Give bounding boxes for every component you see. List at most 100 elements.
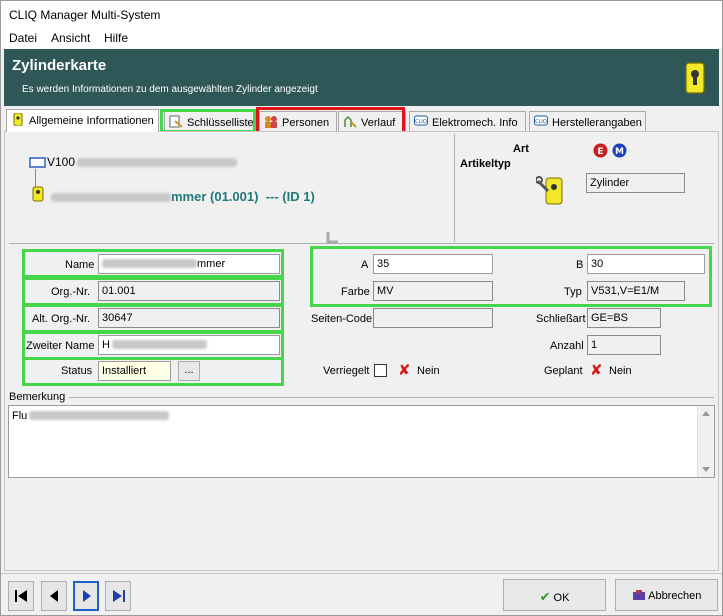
divider: [69, 397, 714, 398]
scroll-up-icon[interactable]: [702, 411, 710, 416]
tree-line: [35, 169, 36, 187]
bemerkung-label: Bemerkung: [9, 391, 66, 403]
grip-icon: [326, 232, 338, 244]
anzahl-field[interactable]: 1: [587, 335, 661, 355]
no-x-icon: ✘: [590, 362, 603, 379]
farbe-label: Farbe: [341, 286, 370, 298]
divider: [1, 573, 722, 574]
seiten-code-label: Seiten-Code: [311, 313, 373, 325]
tab-allgemeine-informationen[interactable]: Allgemeine Informationen: [6, 109, 159, 132]
verriegelt-value: Nein: [417, 365, 440, 377]
artikeltyp-field: Zylinder: [586, 173, 685, 193]
title-bar: CLIQ Manager Multi-System: [1, 1, 722, 29]
previous-record-button[interactable]: [41, 581, 67, 611]
divider: [9, 243, 714, 244]
verriegelt-checkbox[interactable]: [374, 364, 387, 377]
redacted-text: [111, 340, 207, 349]
ok-button[interactable]: ✔ OK: [503, 579, 606, 611]
tab-label: Personen: [282, 117, 330, 129]
svg-text:E: E: [597, 147, 603, 157]
alt-org-nr-field[interactable]: 30647: [98, 308, 280, 328]
last-icon: [113, 590, 125, 602]
a-field[interactable]: 35: [373, 254, 493, 274]
name-field[interactable]: mmer: [98, 254, 280, 274]
b-field[interactable]: 30: [587, 254, 705, 274]
tab-personen[interactable]: Personen: [259, 111, 337, 131]
page-subtitle: Es werden Informationen zu dem ausgewähl…: [22, 84, 318, 95]
first-record-button[interactable]: [8, 581, 34, 611]
seiten-code-field[interactable]: [373, 308, 493, 328]
bemerkung-textarea[interactable]: Flu: [8, 405, 715, 478]
svg-text:CLIQ: CLIQ: [415, 119, 427, 125]
divider: [454, 134, 455, 242]
tab-label: Herstellerangaben: [552, 117, 642, 129]
tree-cylinder-id: --- (ID 1): [265, 189, 315, 204]
svg-text:CLIQ: CLIQ: [535, 119, 547, 125]
status-label: Status: [61, 365, 93, 377]
tab-elektromech-info[interactable]: CLIQ Elektromech. Info: [409, 111, 526, 131]
cylinder-tool-icon: [536, 176, 563, 205]
next-icon: [83, 590, 91, 602]
keys-list-icon: [169, 115, 183, 128]
menu-ansicht[interactable]: Ansicht: [47, 31, 94, 45]
org-nr-label: Org.-Nr.: [51, 286, 91, 298]
anzahl-label: Anzahl: [550, 340, 584, 352]
no-x-icon: ✘: [398, 362, 411, 379]
last-record-button[interactable]: [105, 581, 131, 611]
tab-herstellerangaben[interactable]: CLIQ Herstellerangaben: [529, 111, 646, 131]
menu-hilfe[interactable]: Hilfe: [100, 31, 132, 45]
schliessart-field[interactable]: GE=BS: [587, 308, 661, 328]
zweiter-name-label: Zweiter Name: [26, 340, 95, 352]
key-cylinder-icon: [685, 62, 705, 94]
tab-schluesselliste[interactable]: Schlüsselliste: [164, 111, 256, 131]
schliessart-label: Schließart: [536, 313, 586, 325]
menu-bar: Datei Ansicht Hilfe: [1, 29, 722, 49]
cancel-button[interactable]: Abbrechen: [615, 579, 718, 611]
m-badge-icon: M: [612, 143, 627, 158]
tab-label: Verlauf: [361, 117, 396, 129]
b-label: B: [576, 259, 584, 271]
status-select-button[interactable]: ...: [178, 361, 200, 381]
page-header: Zylinderkarte Es werden Informationen zu…: [4, 49, 719, 106]
check-icon: ✔: [539, 589, 551, 604]
redacted-text: [102, 259, 197, 268]
tree-root[interactable]: V100: [47, 155, 238, 169]
farbe-field[interactable]: MV: [373, 281, 493, 301]
page-title: Zylinderkarte: [12, 57, 107, 74]
a-label: A: [361, 259, 369, 271]
app-window: CLIQ Manager Multi-System Datei Ansicht …: [0, 0, 723, 616]
zweiter-name-value: H: [102, 339, 110, 351]
tree-cylinder[interactable]: mmer (01.001) --- (ID 1): [51, 189, 315, 204]
name-label: Name: [65, 259, 95, 271]
ok-label: OK: [553, 592, 570, 604]
tab-label: Schlüsselliste: [187, 117, 254, 129]
tree-cylinder-label: mmer (01.001): [171, 189, 259, 204]
scroll-down-icon[interactable]: [702, 467, 710, 472]
alt-org-nr-label: Alt. Org.-Nr.: [32, 313, 91, 325]
geplant-label: Geplant: [544, 365, 583, 377]
cancel-icon: [632, 590, 645, 600]
status-field[interactable]: Installiert: [98, 361, 171, 381]
org-nr-field[interactable]: 01.001: [98, 281, 280, 301]
verriegelt-label: Verriegelt: [323, 365, 370, 377]
name-value: mmer: [197, 258, 226, 270]
window-title: CLIQ Manager Multi-System: [9, 8, 161, 22]
zweiter-name-field[interactable]: H: [98, 335, 280, 355]
redacted-text: [29, 411, 170, 420]
bemerkung-value: Flu: [12, 410, 28, 422]
system-icon: [29, 157, 46, 168]
typ-label: Typ: [564, 286, 582, 298]
tab-verlauf[interactable]: Verlauf: [338, 111, 406, 131]
persons-icon: [265, 116, 277, 128]
tree-root-label: V100: [47, 155, 76, 169]
tab-label: Allgemeine Informationen: [29, 115, 154, 127]
next-record-button[interactable]: [73, 581, 99, 611]
cliq-icon: CLIQ: [534, 115, 548, 126]
menu-datei[interactable]: Datei: [5, 31, 41, 45]
typ-field[interactable]: V531,V=E1/M: [587, 281, 685, 301]
first-icon: [15, 590, 27, 602]
scrollbar[interactable]: [697, 406, 714, 477]
key-icon: [13, 113, 23, 126]
previous-icon: [50, 590, 58, 602]
redacted-text: [51, 193, 171, 202]
